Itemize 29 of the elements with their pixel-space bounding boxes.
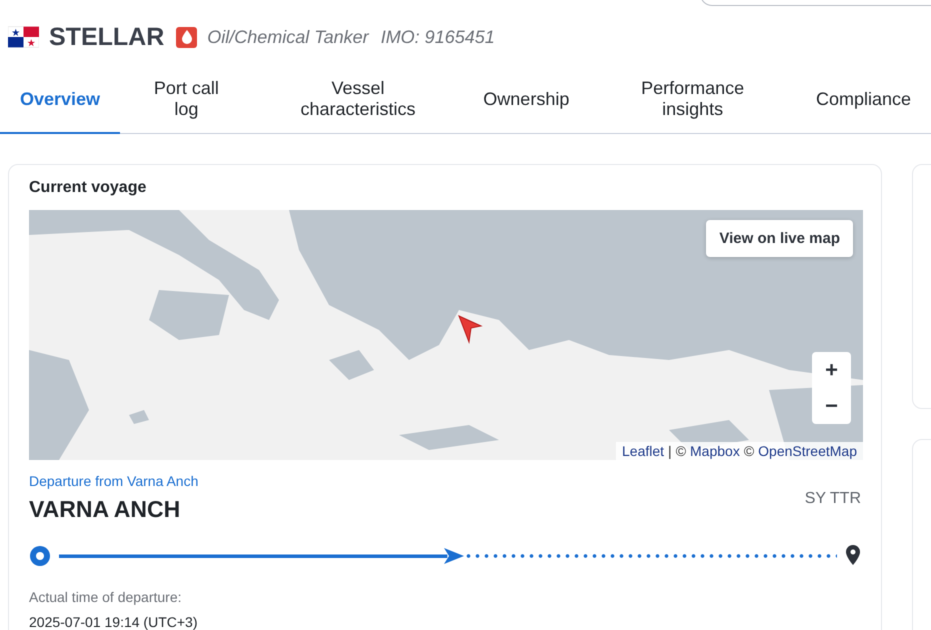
- departure-time: 2025-07-01 19:14 (UTC+3): [29, 614, 198, 630]
- imo-number: IMO: 9165451: [380, 26, 495, 48]
- tab[interactable]: Ownership: [463, 69, 590, 134]
- zoom-in-button[interactable]: +: [812, 352, 851, 388]
- tab[interactable]: Performance insights: [589, 69, 796, 134]
- zoom-out-button[interactable]: −: [812, 388, 851, 424]
- drop-icon: [176, 26, 198, 48]
- flag-icon: [8, 26, 39, 48]
- card-title: Current voyage: [29, 179, 148, 197]
- origin-port: VARNA ANCH: [29, 496, 182, 523]
- tab[interactable]: Overview: [0, 69, 120, 134]
- attribution-link[interactable]: OpenStreetMap: [758, 443, 857, 459]
- arrow-marker-icon: [457, 314, 483, 344]
- attribution-link[interactable]: Leaflet: [622, 443, 664, 459]
- location-pin-icon: [845, 545, 861, 567]
- tab[interactable]: Port call log: [120, 69, 253, 134]
- tab[interactable]: Compliance: [796, 69, 931, 134]
- attribution-text: ©: [744, 443, 754, 459]
- tab[interactable]: Vessel characteristics: [252, 69, 464, 134]
- departure-label: Departure from Varna Anch: [29, 473, 198, 489]
- attribution-link[interactable]: Mapbox: [690, 443, 740, 459]
- attribution-text: |: [668, 443, 672, 459]
- departure-time-label: Actual time of departure:: [29, 589, 183, 605]
- vessel-type: Oil/Chemical Tanker: [207, 26, 369, 48]
- attribution-text: ©: [676, 443, 686, 459]
- origin-icon: [29, 545, 51, 567]
- live-map-button[interactable]: View on live map: [706, 220, 853, 257]
- destination-port: SY TTR: [804, 490, 861, 509]
- vessel-name: STELLAR: [49, 22, 164, 52]
